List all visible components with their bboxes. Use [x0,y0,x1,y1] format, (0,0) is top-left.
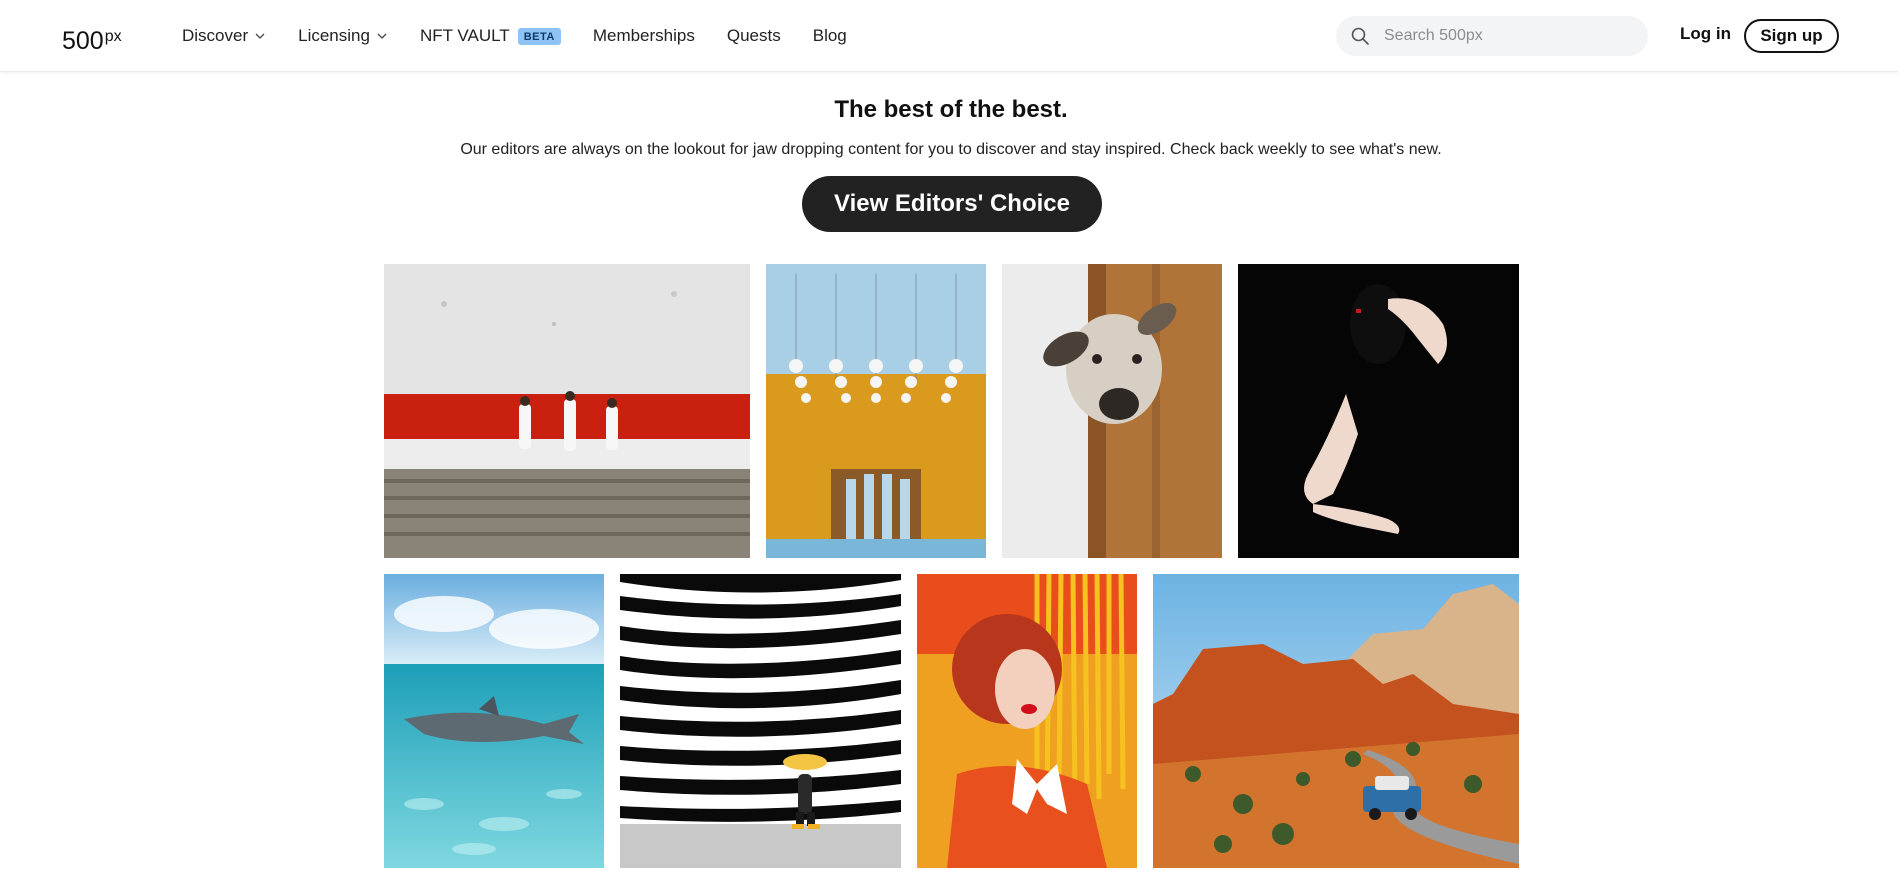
page-subtitle: Our editors are always on the lookout fo… [460,141,1442,158]
beta-badge: BETA [517,27,561,45]
nav-memberships-label: Memberships [592,26,695,45]
search-input[interactable] [1384,16,1634,56]
nav-nft-vault-label: NFT VAULT [419,26,510,45]
gallery-photo-desert-truck[interactable] [1153,574,1519,868]
photo-image [917,574,1137,868]
nav-nft-vault[interactable]: NFT VAULT BETA [420,26,561,46]
nav-quests-label: Quests [726,26,781,45]
page-title: The best of the best. [834,96,1068,123]
gallery-photo-stripes-umbrella[interactable] [620,574,901,868]
search-bar [1336,16,1648,56]
photo-image [384,574,604,868]
photo-image [620,574,901,868]
nav-quests[interactable]: Quests [727,26,781,46]
photo-image [1238,264,1519,558]
nav-licensing-label: Licensing [298,26,370,45]
photo-image [384,264,750,558]
logo-text: 500 [62,27,104,55]
view-editors-choice-button[interactable]: View Editors' Choice [802,176,1102,232]
signup-button[interactable]: Sign up [1744,19,1839,53]
photo-image [766,264,986,558]
gallery-photo-men-red-wall[interactable] [384,264,750,558]
gallery-photo-woman-black[interactable] [1238,264,1519,558]
gallery-photo-redhead[interactable] [917,574,1137,868]
login-link[interactable]: Log in [1680,24,1731,44]
logo-superscript: px [104,28,122,45]
gallery-photo-lamps-dancers[interactable] [766,264,986,558]
nav-blog[interactable]: Blog [813,26,847,46]
top-navigation-bar: 500px Discover Licensing NFT VAULT BETA … [0,0,1898,72]
nav-memberships[interactable]: Memberships [593,26,695,46]
nav-discover-label: Discover [182,26,249,45]
search-icon[interactable] [1350,26,1370,46]
nav-discover[interactable]: Discover [182,26,266,46]
gallery-photo-dog-peeking[interactable] [1002,264,1222,558]
photo-image [1153,574,1519,868]
nav-licensing[interactable]: Licensing [298,26,388,46]
chevron-down-icon [377,33,387,39]
nav-blog-label: Blog [812,26,847,45]
chevron-down-icon [255,33,265,39]
photo-image [1002,264,1222,558]
gallery-photo-shark[interactable] [384,574,604,868]
500px-logo[interactable]: 500px [62,24,122,54]
main-nav: Discover Licensing NFT VAULT BETA Member… [182,0,879,72]
